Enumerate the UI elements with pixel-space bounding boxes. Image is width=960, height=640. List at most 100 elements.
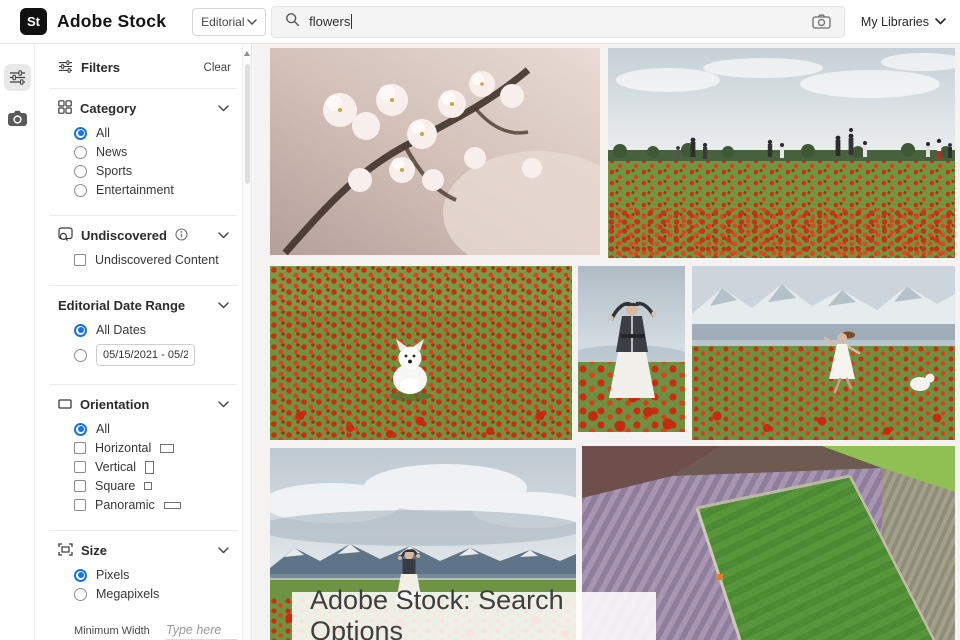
text-caret [351,14,353,29]
left-icon-rail [0,44,35,640]
undiscovered-icon [58,227,73,244]
radio-category-all[interactable]: All [74,126,235,140]
vertical-shape-icon [145,460,154,474]
search-query-text: flowers [309,14,351,29]
chevron-down-icon[interactable] [218,547,229,554]
radio-icon [74,145,87,159]
filters-header: Filters Clear [49,46,237,89]
category-grid-icon [58,100,72,117]
radio-icon [74,126,87,140]
checkbox-icon [74,254,86,266]
filters-title: Filters [81,60,121,75]
my-libraries-label: My Libraries [860,14,929,29]
adobe-stock-logo[interactable]: St [20,8,47,35]
radio-icon [74,183,87,197]
min-width-input[interactable] [166,623,238,640]
camera-rail-button[interactable] [4,105,31,132]
photo-runner-poppy-field[interactable] [692,266,955,440]
search-input[interactable]: flowers [271,5,845,38]
radio-label: Megapixels [96,587,160,601]
orientation-title: Orientation [80,397,150,412]
scrollbar-up-arrow[interactable] [244,51,250,56]
orientation-icon [58,398,72,412]
radio-label: Sports [96,164,133,178]
scrollbar-thumb[interactable] [244,64,250,184]
orientation-section: Orientation All Horizontal Vertical Squa… [49,385,237,531]
chevron-down-icon [247,18,257,25]
scope-dropdown[interactable]: Editorial [192,7,267,36]
checkbox-icon [74,480,86,492]
checkbox-icon [74,499,86,511]
checkbox-label: Horizontal [95,441,152,455]
undiscovered-title: Undiscovered [81,228,167,243]
filters-panel: Filters Clear Category All News Sports E… [35,44,252,640]
filters-rail-button[interactable] [3,64,31,91]
radio-label: All Dates [96,323,147,337]
checkbox-horizontal[interactable]: Horizontal [74,441,235,455]
chevron-down-icon [935,18,946,25]
radio-icon [74,587,87,601]
checkbox-square[interactable]: Square [74,479,235,493]
checkbox-undiscovered-content[interactable]: Undiscovered Content [74,253,235,267]
chevron-down-icon[interactable] [218,401,229,408]
info-icon[interactable] [175,227,188,244]
radio-label: All [96,422,110,436]
category-title: Category [80,101,137,116]
sliders-icon [9,70,25,85]
radio-icon [74,568,87,582]
radio-category-sports[interactable]: Sports [74,164,235,178]
panel-scrollbar[interactable] [242,44,251,640]
radio-icon [74,348,87,362]
radio-pixels[interactable]: Pixels [74,568,235,582]
radio-custom-date-range[interactable] [74,344,235,366]
size-title: Size [81,543,108,558]
checkbox-icon [74,461,86,473]
photo-traditional-dress-narrow[interactable] [578,266,685,432]
camera-icon [7,110,27,126]
chevron-down-icon[interactable] [218,232,229,239]
panoramic-shape-icon [163,501,181,509]
radio-orientation-all[interactable]: All [74,422,235,436]
checkbox-icon [74,442,86,454]
radio-label: Entertainment [96,183,174,197]
clear-filters-button[interactable]: Clear [204,62,231,74]
radio-megapixels[interactable]: Megapixels [74,587,235,601]
search-results-grid: Adobe Stock: Search Options [253,44,960,640]
min-width-label: Minimum Width [74,625,150,637]
photo-poppy-field-people[interactable] [608,48,955,258]
search-icon [285,12,300,32]
radio-all-dates[interactable]: All Dates [74,323,235,337]
category-section: Category All News Sports Entertainment [49,89,237,216]
size-icon [58,542,73,559]
date-range-title: Editorial Date Range [58,298,186,313]
checkbox-label: Panoramic [95,498,155,512]
size-section: Size Pixels Megapixels Minimum Width Typ… [49,531,238,640]
date-range-input[interactable] [96,344,195,366]
date-range-section: Editorial Date Range All Dates [49,286,237,385]
checkbox-label: Square [95,479,136,493]
video-caption-overlay: Adobe Stock: Search Options [292,585,656,640]
sliders-icon [58,59,73,76]
square-shape-icon [144,482,153,490]
radio-label: All [96,126,110,140]
undiscovered-section: Undiscovered Undiscovered Content [49,216,237,286]
radio-label: News [96,145,128,159]
checkbox-panoramic[interactable]: Panoramic [74,498,235,512]
horizontal-shape-icon [160,443,175,453]
top-bar: St Adobe Stock Editorial flowers My Libr… [0,0,960,44]
checkbox-label: Vertical [95,460,136,474]
radio-category-news[interactable]: News [74,145,235,159]
my-libraries-menu[interactable]: My Libraries [861,15,946,29]
scope-dropdown-value: Editorial [201,14,245,29]
radio-label: Pixels [96,568,130,582]
visual-search-camera-icon[interactable] [812,14,831,29]
radio-category-entertainment[interactable]: Entertainment [74,183,235,197]
checkbox-vertical[interactable]: Vertical [74,460,235,474]
photo-dog-in-poppies[interactable] [270,266,572,440]
radio-icon [74,323,87,337]
caption-text: Adobe Stock: Search Options [310,585,564,640]
photo-cherry-blossoms[interactable] [270,48,600,255]
chevron-down-icon[interactable] [218,105,229,112]
radio-icon [74,422,87,436]
chevron-down-icon[interactable] [218,302,229,309]
